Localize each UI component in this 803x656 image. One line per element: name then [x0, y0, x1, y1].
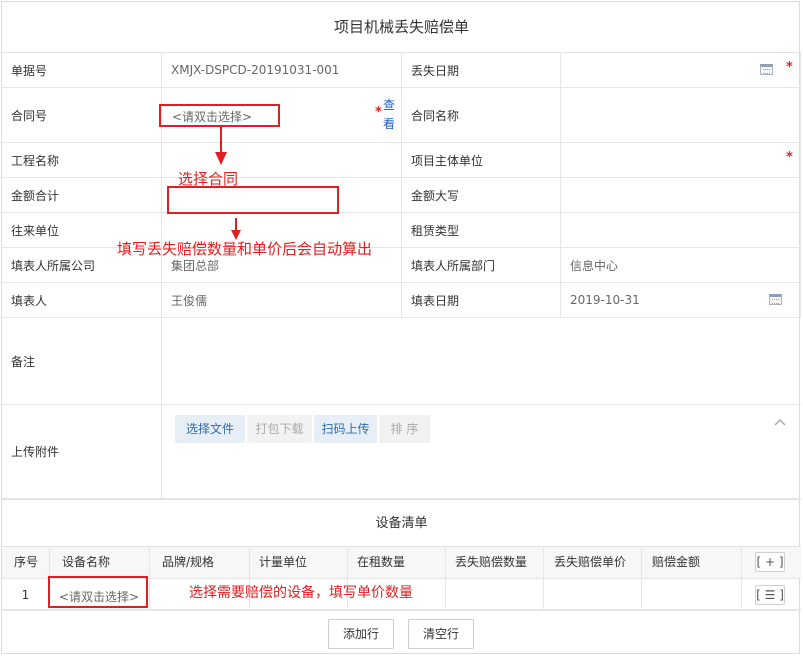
label-filler: 填表人 [2, 283, 162, 318]
equipment-title: 设备清单 [2, 499, 801, 547]
select-file-button[interactable]: 选择文件 [175, 415, 245, 443]
select-contract-note: 选择合同 [178, 170, 239, 188]
loss-qty-cell[interactable] [446, 578, 544, 610]
required-mark: * [786, 60, 793, 75]
add-row-button[interactable]: 添加行 [328, 619, 394, 649]
amount-highlight-box [167, 186, 339, 214]
label-loss-date: 丢失日期 [402, 53, 561, 88]
label-doc-no: 单据号 [2, 53, 162, 88]
contract-name-field [561, 88, 801, 143]
label-filler-dept: 填表人所属部门 [402, 248, 561, 283]
select-equipment-note: 选择需要赔偿的设备，填写单价数量 [189, 585, 413, 601]
required-mark: * [375, 105, 382, 120]
label-project-entity: 项目主体单位 [402, 143, 561, 178]
amount-upper-field [561, 178, 801, 213]
equipment-footer [2, 610, 801, 654]
collapse-chevron-icon[interactable] [774, 418, 786, 426]
arrow-down-icon [215, 152, 227, 165]
label-amount-upper: 金额大写 [402, 178, 561, 213]
col-header-loss-price: 丢失赔偿单价 [544, 546, 642, 578]
doc-no-value: XMJX-DSPCD-20191031-001 [162, 53, 402, 88]
col-header-loss-qty: 丢失赔偿数量 [446, 546, 544, 578]
label-contract-no: 合同号 [2, 88, 162, 143]
row-index: 1 [2, 578, 50, 610]
col-header-device-name: 设备名称 [50, 546, 150, 578]
filler-value: 王俊儒 [162, 283, 402, 318]
project-entity-field[interactable] [561, 143, 801, 178]
label-fill-date: 填表日期 [402, 283, 561, 318]
remark-textarea[interactable] [162, 318, 801, 405]
required-mark: * [786, 150, 793, 165]
row-menu-button[interactable]: [ ☰ ] [755, 585, 785, 605]
fill-date-value[interactable]: 2019-10-31 [561, 283, 801, 318]
col-header-rent-qty: 在租数量 [348, 546, 446, 578]
label-contract-name: 合同名称 [402, 88, 561, 143]
calendar-icon[interactable] [760, 64, 773, 75]
label-remark: 备注 [2, 318, 162, 405]
lease-type-field [561, 213, 801, 248]
col-header-index: 序号 [2, 546, 50, 578]
contract-highlight-box [159, 104, 280, 127]
col-header-unit: 计量单位 [250, 546, 348, 578]
scan-upload-button[interactable]: 扫码上传 [314, 415, 377, 443]
calendar-icon[interactable] [769, 294, 782, 305]
pack-download-button[interactable]: 打包下载 [247, 415, 312, 443]
form-title: 项目机械丢失赔偿单 [2, 2, 801, 53]
fill-qty-price-note: 填写丢失赔偿数量和单价后会自动算出 [117, 240, 373, 258]
col-header-amount: 赔偿金额 [642, 546, 742, 578]
sort-button[interactable]: 排 序 [379, 415, 430, 443]
col-header-brand-spec: 品牌/规格 [150, 546, 250, 578]
amount-cell [642, 578, 742, 610]
view-contract-link[interactable]: 查看 [383, 96, 397, 134]
label-attachments: 上传附件 [2, 405, 162, 499]
arrow-shaft [220, 127, 222, 153]
device-highlight-box [48, 576, 148, 608]
label-project-name: 工程名称 [2, 143, 162, 178]
add-column-button[interactable]: [ + ] [755, 552, 785, 572]
label-lease-type: 租赁类型 [402, 213, 561, 248]
clear-row-button[interactable]: 清空行 [408, 619, 474, 649]
filler-dept-value: 信息中心 [561, 248, 801, 283]
label-amount-total: 金额合计 [2, 178, 162, 213]
loss-price-cell[interactable] [544, 578, 642, 610]
